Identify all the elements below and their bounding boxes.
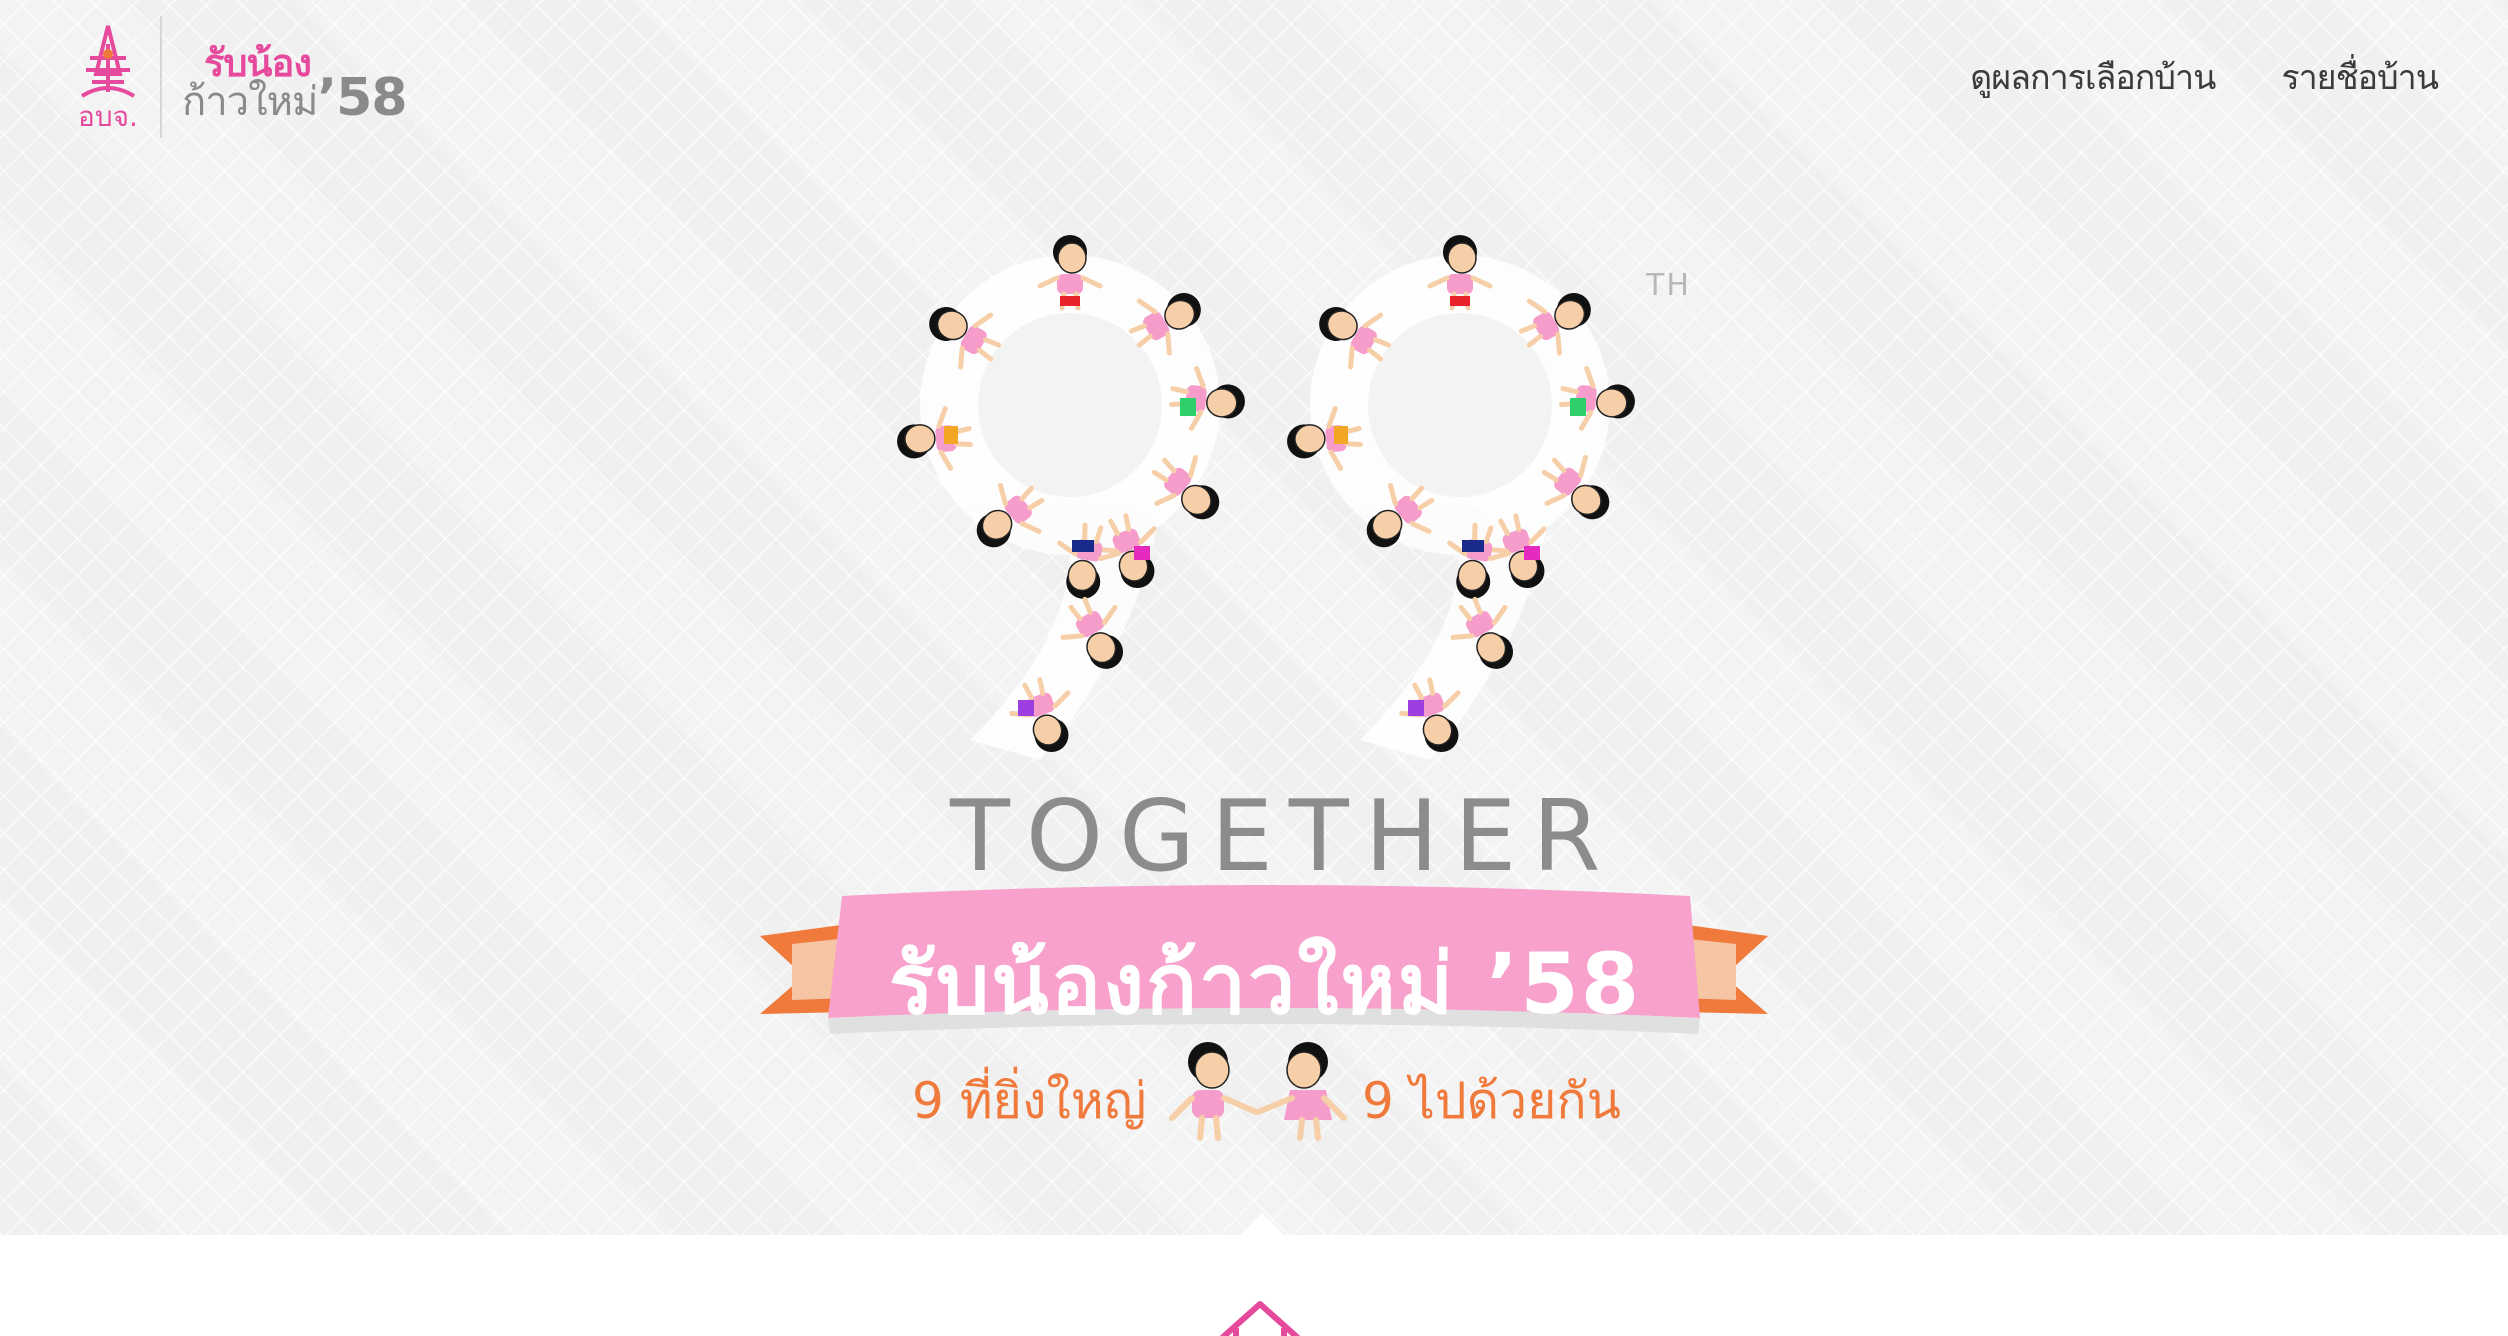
brand-title-line2: ก้าวใหม่’58 (182, 68, 408, 133)
logo-text: อบจ. (78, 100, 138, 132)
home-icon[interactable] (1218, 1298, 1302, 1336)
tagline-left: 9 ที่ยิ่งใหญ่ (912, 1072, 1147, 1130)
brand-divider (160, 16, 162, 138)
brand-title-prefix: ก้าวใหม่ (182, 79, 318, 125)
ribbon-title: รับน้องก้าวใหม่ ’58 (888, 935, 1642, 1033)
tagline-right: 9 ไปด้วยกัน (1362, 1072, 1621, 1130)
holding-hands-kids (1169, 1042, 1347, 1141)
brand-year: ’58 (317, 68, 407, 128)
university-logo[interactable]: อบจ. (72, 22, 144, 132)
section-notch (1240, 1213, 1284, 1235)
top-nav: ดูผลการเลือกบ้าน รายชื่อบ้าน (1970, 50, 2439, 104)
nav-view-house-result[interactable]: ดูผลการเลือกบ้าน (1970, 50, 2216, 104)
superscript-th: TH (1646, 268, 1691, 303)
99-children-illustration (860, 220, 1720, 800)
together-title: TOGETHER (950, 780, 1617, 894)
nav-house-list[interactable]: รายชื่อบ้าน (2281, 50, 2439, 104)
